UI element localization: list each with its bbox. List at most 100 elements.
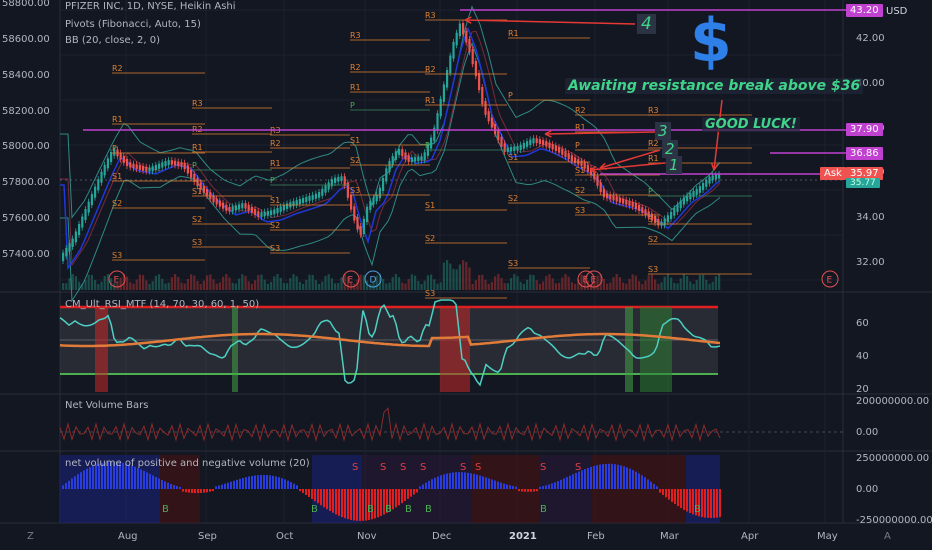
buy-marker: B (540, 504, 547, 515)
volume-bar (318, 283, 321, 290)
net-volume-bar (656, 486, 658, 489)
candle (458, 23, 461, 37)
volume-bar (199, 283, 202, 290)
auto-scale-button[interactable]: A (884, 531, 891, 542)
symbol-legend[interactable]: PFIZER INC, 1D, NYSE, Heikin Ashi (65, 1, 236, 12)
net-volume-bar (629, 468, 631, 489)
net-volume2-axis-label: -250000000.00 (856, 515, 932, 526)
volume-bar (532, 274, 535, 290)
volume-bar (650, 274, 653, 290)
net-volume-bar (659, 489, 661, 493)
volume-bar (314, 280, 317, 290)
volume-bar (622, 282, 625, 290)
good-luck-annotation[interactable]: GOOD LUCK! (702, 117, 800, 132)
volume-bar (174, 274, 177, 290)
volume-bar (484, 279, 487, 290)
volume-bar (519, 281, 522, 290)
net-volume-bar (239, 478, 241, 489)
volume-bar (238, 278, 241, 290)
net-volume-bar (197, 489, 199, 494)
right-axis-label: 42.00 (856, 33, 885, 44)
net-volume-bar (638, 473, 640, 489)
volume-bar (225, 274, 228, 290)
net-volume-bar (401, 489, 403, 504)
net-volume-bar (494, 480, 496, 489)
net-volume-bar (611, 463, 613, 489)
pivot-label: S2 (192, 215, 202, 224)
candle (353, 206, 356, 221)
wave-3-label[interactable]: 3 (655, 122, 671, 140)
pivot-label: S3 (648, 265, 658, 274)
sell-marker: S (475, 462, 481, 473)
volume-bar (94, 280, 97, 290)
candle (462, 23, 465, 35)
volume-bar (545, 275, 548, 290)
sell-marker: S (400, 462, 406, 473)
wave-4-label[interactable]: 4 (637, 14, 656, 34)
net-volume-bar (377, 489, 379, 518)
dollar-annotation[interactable]: $ (690, 6, 732, 76)
net-volume-posneg-pane-title[interactable]: net volume of positive and negative volu… (65, 458, 310, 469)
volume-bar (612, 277, 615, 290)
candle (391, 156, 394, 165)
net-volume-bar (566, 477, 568, 489)
time-axis-label: May (817, 531, 838, 542)
pivot-label: R3 (192, 99, 203, 108)
pivot-label: R1 (192, 143, 203, 152)
candle (100, 171, 103, 183)
candle (503, 143, 506, 152)
rsi-pane-title[interactable]: CM_Ult_RSI_MTF (14, 70, 30, 60, 1, 50) (65, 299, 259, 310)
resistance-annotation[interactable]: Awaiting resistance break above $36 (565, 78, 864, 94)
currency-label[interactable]: USD (886, 6, 907, 17)
candle (382, 178, 385, 191)
volume-bar (298, 281, 301, 290)
candle (641, 207, 644, 214)
net-volume-bar (443, 474, 445, 489)
volume-bar (209, 274, 212, 290)
candle (414, 157, 417, 162)
net-volume-bar (446, 473, 448, 489)
net-volume-bar (290, 482, 292, 489)
candle (122, 155, 125, 163)
wave-1-label[interactable]: 1 (666, 156, 682, 174)
candle (282, 204, 285, 211)
net-volume-pane-title[interactable]: Net Volume Bars (65, 400, 148, 411)
net-volume-bar (458, 472, 460, 489)
buy-marker: B (367, 504, 374, 515)
candle (90, 194, 93, 206)
volume-bar (596, 275, 599, 290)
pivot-label: S3 (270, 244, 280, 253)
candle (311, 194, 314, 200)
earnings-marker-text: E (348, 276, 354, 286)
volume-bar (714, 276, 717, 290)
volume-bar (148, 283, 151, 290)
volume-bar (548, 274, 551, 290)
candle (174, 160, 177, 166)
volume-bar (359, 274, 362, 290)
candle (324, 185, 327, 193)
candle (628, 200, 631, 206)
bb-legend[interactable]: BB (20, close, 2, 0) (65, 35, 160, 46)
left-axis-label: 57800.00 (2, 177, 50, 188)
volume-bar (516, 276, 519, 290)
volume-bar (65, 283, 68, 290)
net-volume-bar (224, 483, 226, 489)
candle (260, 212, 263, 217)
volume-bar (686, 275, 689, 290)
pivot-label: S1 (508, 153, 518, 162)
buy-marker: B (162, 504, 169, 515)
pivot-label: S1 (425, 201, 435, 210)
net-volume-bar (245, 477, 247, 489)
volume-bar (398, 277, 401, 290)
volume-bar (452, 268, 455, 290)
pivot-label: P (425, 141, 430, 150)
net-volume-bar (134, 466, 136, 489)
left-axis-label: 58400.00 (2, 70, 50, 81)
time-axis-label: Mar (660, 531, 679, 542)
pivots-legend[interactable]: Pivots (Fibonacci, Auto, 15) (65, 19, 201, 30)
timezone-button[interactable]: Z (27, 531, 34, 542)
candle (164, 161, 167, 167)
time-axis-label: Oct (276, 531, 294, 542)
volume-bar (663, 276, 666, 290)
volume-bar (222, 276, 225, 290)
